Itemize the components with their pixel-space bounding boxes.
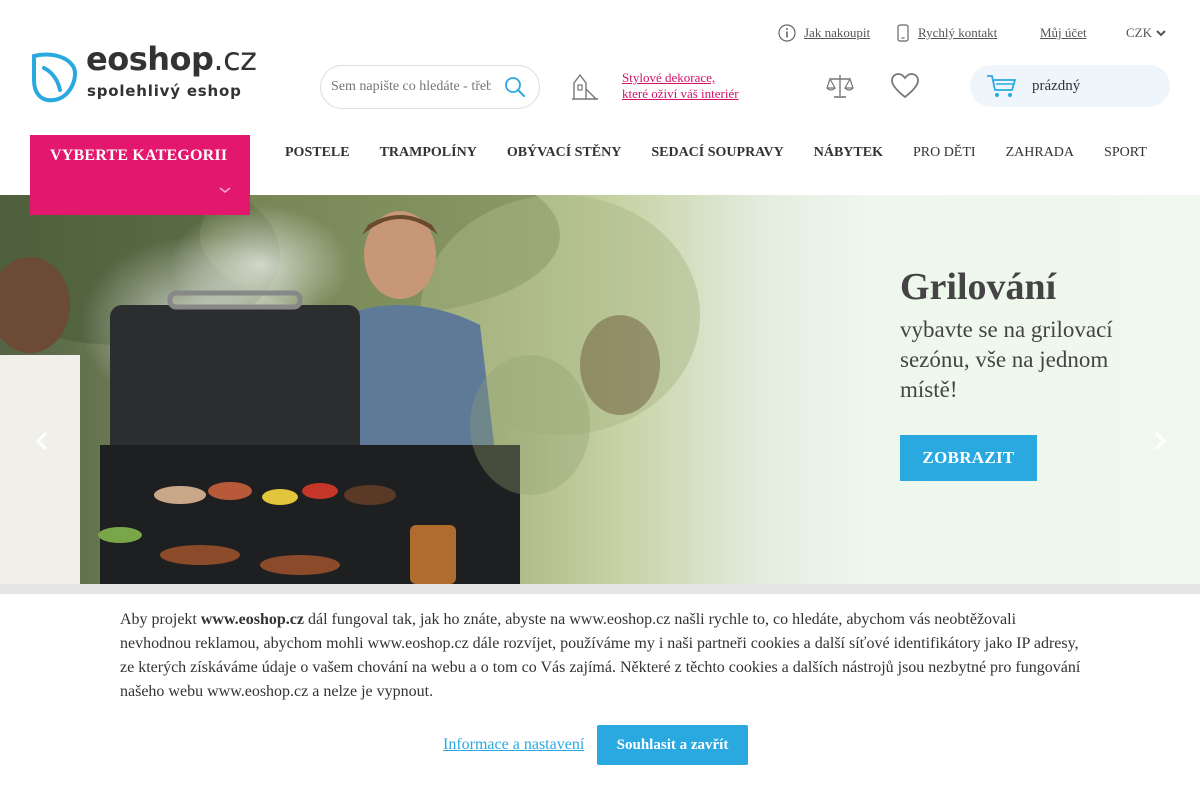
cookie-site-name: www.eoshop.cz (200, 611, 304, 628)
phone-icon (897, 24, 909, 42)
nav-item-sedaci-soupravy[interactable]: SEDACÍ SOUPRAVY (651, 145, 783, 165)
logo-brand-name: eoshop (86, 40, 214, 78)
search-icon (505, 77, 525, 97)
promo-text: Stylové dekorace, které oživí váš interi… (622, 70, 739, 102)
site-logo[interactable]: eoshop.cz spolehlivý eshop (30, 40, 257, 106)
slider-next-button[interactable] (1150, 429, 1170, 453)
scales-icon (826, 75, 854, 98)
chevron-right-icon (1154, 431, 1167, 451)
leaf-logo-icon (32, 52, 77, 103)
cookie-info-link[interactable]: Informace a nastavení (443, 736, 584, 754)
promo-line-2: které oživí váš interiér (622, 86, 739, 101)
my-account-link[interactable]: Můj účet (1040, 22, 1087, 44)
cart-status: prázdný (1032, 77, 1081, 94)
slider-prev-button[interactable] (32, 429, 52, 453)
nav-item-obyvaci-steny[interactable]: OBÝVACÍ STĚNY (507, 145, 622, 165)
main-nav: POSTELE TRAMPOLÍNY OBÝVACÍ STĚNY SEDACÍ … (285, 145, 1147, 165)
compare-button[interactable] (826, 72, 854, 105)
info-icon (778, 24, 796, 42)
section-divider (0, 584, 1200, 594)
hero-banner: Grilování vybavte se na grilovací sezónu… (0, 195, 1200, 584)
hero-photo (0, 195, 700, 584)
hero-title: Grilování (900, 266, 1057, 308)
cart-button[interactable]: prázdný (970, 65, 1170, 107)
quick-contact-label: Rychlý kontakt (918, 25, 998, 40)
promo-line-1: Stylové dekorace, (622, 70, 716, 85)
currency-selector[interactable]: CZK (1126, 22, 1166, 44)
hero-subtitle: vybavte se na grilovací sezónu, vše na j… (900, 317, 1113, 402)
nav-item-pro-deti[interactable]: PRO DĚTI (913, 145, 976, 165)
search-box (320, 65, 540, 109)
search-input[interactable] (331, 79, 491, 95)
how-to-buy-link[interactable]: Jak nakoupit (778, 22, 870, 44)
cookie-consent-bar: Aby projekt www.eoshop.cz dál fungoval t… (0, 594, 1200, 800)
nav-item-postele[interactable]: POSTELE (285, 145, 350, 165)
how-to-buy-label: Jak nakoupit (804, 25, 871, 40)
promo-link[interactable]: Stylové dekorace, které oživí váš interi… (570, 70, 739, 102)
search-button[interactable] (503, 75, 527, 99)
nav-item-trampoliny[interactable]: TRAMPOLÍNY (380, 145, 477, 165)
cookie-text-before: Aby projekt (120, 611, 201, 628)
hero-show-button[interactable]: ZOBRAZIT (900, 435, 1037, 481)
my-account-label: Můj účet (1040, 25, 1087, 40)
nav-item-nabytek[interactable]: NÁBYTEK (814, 145, 883, 165)
category-menu-button[interactable]: VYBERTE KATEGORII (30, 135, 250, 215)
chevron-left-icon (35, 431, 48, 451)
playhouse-icon (572, 73, 598, 100)
nav-item-sport[interactable]: SPORT (1104, 145, 1147, 165)
cookie-accept-button[interactable]: Souhlasit a zavřít (597, 725, 748, 765)
currency-label: CZK (1126, 25, 1152, 40)
chevron-down-icon (1156, 30, 1166, 37)
category-menu-label: VYBERTE KATEGORII (50, 147, 228, 164)
wishlist-button[interactable] (890, 72, 920, 105)
cart-icon (987, 75, 1016, 97)
quick-contact-link[interactable]: Rychlý kontakt (896, 22, 997, 44)
logo-tld: .cz (213, 40, 257, 78)
heart-icon (891, 73, 919, 99)
chevron-down-icon (219, 187, 231, 194)
logo-brand: eoshop.cz (86, 40, 257, 78)
logo-tagline: spolehlivý eshop (87, 82, 242, 100)
cookie-text: Aby projekt www.eoshop.cz dál fungoval t… (120, 608, 1085, 704)
nav-item-zahrada[interactable]: ZAHRADA (1006, 145, 1074, 165)
